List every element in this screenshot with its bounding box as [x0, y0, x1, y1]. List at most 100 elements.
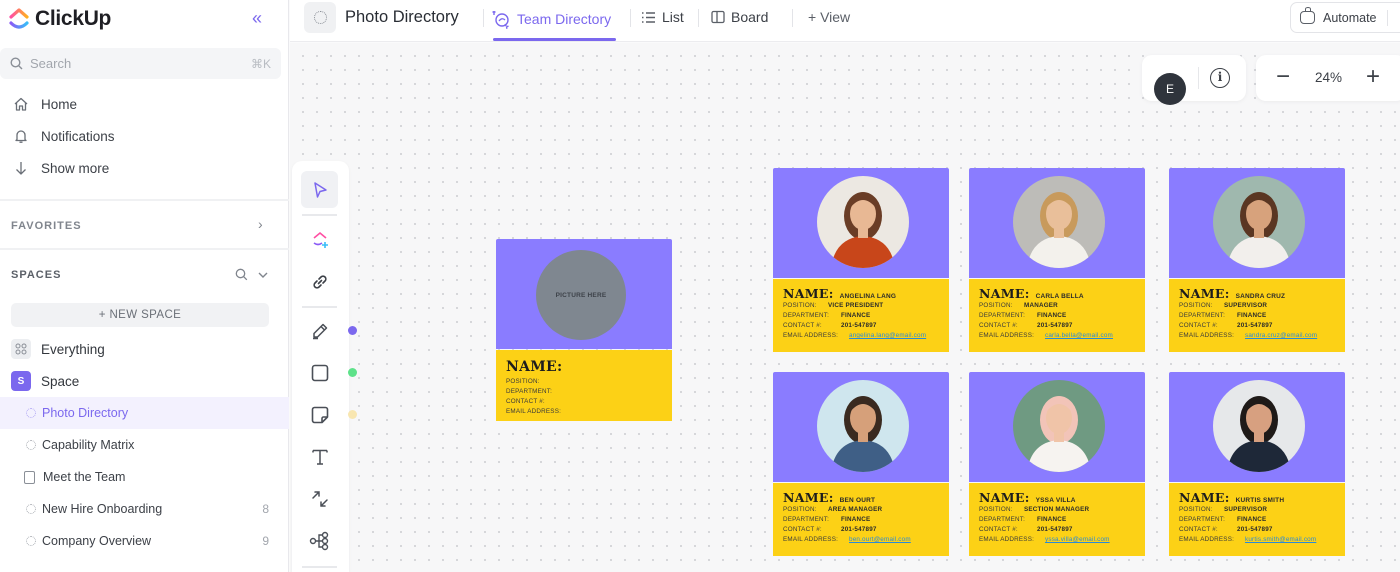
- nav-notifications[interactable]: Notifications: [12, 128, 115, 144]
- employee-department: FINANCE: [1237, 312, 1267, 319]
- divider: [792, 9, 793, 27]
- add-view-button[interactable]: + View: [808, 9, 850, 25]
- active-tab-indicator: [493, 38, 616, 41]
- link-tool[interactable]: [301, 263, 338, 300]
- employee-email-link[interactable]: angelina.lang@email.com: [849, 331, 926, 341]
- nav-notifications-label: Notifications: [41, 128, 115, 144]
- employee-card[interactable]: NAME: ANGELINA LANG POSITION: VICE PRESID…: [773, 168, 949, 352]
- employee-contact: 201-547897: [841, 526, 877, 533]
- top-bar: Photo Directory Team Directory List Boar…: [290, 0, 1400, 42]
- contact-label: CONTACT #:: [1179, 322, 1218, 329]
- tab-label: Board: [731, 9, 769, 25]
- pen-icon: [312, 323, 327, 339]
- zoom-level: 24%: [1315, 70, 1343, 85]
- avatar[interactable]: E: [1154, 73, 1186, 105]
- employee-card[interactable]: NAME: CARLA BELLA POSITION: MANAGER DEPAR…: [969, 168, 1145, 352]
- department-label: DEPARTMENT:: [1179, 312, 1226, 319]
- employee-department: FINANCE: [1037, 312, 1067, 319]
- add-view-label: + View: [808, 9, 851, 25]
- chevron-down-icon[interactable]: [257, 270, 269, 280]
- search-spaces-icon[interactable]: [235, 268, 248, 281]
- app-name: ClickUp: [35, 7, 112, 30]
- chevron-right-icon[interactable]: ›: [258, 216, 263, 232]
- text-tool[interactable]: [301, 438, 338, 475]
- employee-photo: [1213, 176, 1305, 268]
- whiteboard-icon: [26, 440, 36, 450]
- divider: [630, 9, 631, 27]
- tab-board[interactable]: Board: [711, 9, 768, 25]
- pen-color-indicator[interactable]: [348, 326, 357, 335]
- arrow-down-icon: [16, 162, 26, 175]
- zoom-in-button[interactable]: +: [1366, 65, 1380, 89]
- sidebar-item-new-hire-onboarding[interactable]: New Hire Onboarding 8: [0, 493, 289, 525]
- tab-label: List: [662, 9, 684, 25]
- sidebar-item-capability-matrix[interactable]: Capability Matrix: [0, 429, 289, 461]
- card-header: [969, 168, 1145, 278]
- tab-list[interactable]: List: [641, 9, 684, 25]
- pen-tool[interactable]: [301, 312, 338, 349]
- template-card[interactable]: PICTURE HERE NAME: POSITION: DEPARTMENT:…: [496, 239, 672, 421]
- list-label: Meet the Team: [43, 470, 126, 484]
- zoom-controls: − 24% +: [1256, 55, 1400, 101]
- divider: [302, 306, 337, 308]
- employee-card[interactable]: NAME: KURTIS SMITH POSITION: SUPERVISOR D…: [1169, 372, 1345, 556]
- employee-card[interactable]: NAME: BEN OURT POSITION: AREA MANAGER DEP…: [773, 372, 949, 556]
- employee-card[interactable]: NAME: YSSA VILLA POSITION: SECTION MANAGE…: [969, 372, 1145, 556]
- employee-position: MANAGER: [1024, 302, 1058, 309]
- search-shortcut: ⌘K: [250, 56, 271, 71]
- list-label: Photo Directory: [42, 406, 129, 420]
- ai-create-tool[interactable]: [301, 221, 338, 258]
- whiteboard-icon: [313, 11, 327, 24]
- automate-button[interactable]: Automate: [1290, 2, 1400, 33]
- zoom-out-button[interactable]: −: [1276, 65, 1290, 89]
- email-label: EMAIL ADDRESS:: [783, 332, 839, 339]
- nav-show-more[interactable]: Show more: [12, 160, 109, 176]
- sidebar-item-space[interactable]: S Space: [11, 371, 79, 391]
- page-icon[interactable]: [304, 2, 336, 33]
- position-label: POSITION:: [783, 302, 817, 309]
- logo[interactable]: ClickUp: [0, 0, 288, 38]
- robot-icon: [1300, 7, 1315, 24]
- card-body: NAME: KURTIS SMITH POSITION: SUPERVISOR D…: [1169, 483, 1345, 556]
- connector-tool[interactable]: [301, 480, 338, 517]
- mind-map-tool[interactable]: [301, 522, 338, 559]
- sidebar-item-everything[interactable]: Everything: [11, 339, 105, 359]
- nav-home[interactable]: Home: [12, 96, 77, 112]
- sticky-note-tool[interactable]: [301, 396, 338, 433]
- employee-email-link[interactable]: kurtis.smith@email.com: [1245, 535, 1316, 545]
- employee-position: SECTION MANAGER: [1024, 506, 1090, 513]
- whiteboard-icon: [26, 504, 36, 514]
- employee-name: YSSA VILLA: [1035, 497, 1076, 504]
- select-tool[interactable]: [301, 171, 338, 208]
- card-header: PICTURE HERE: [496, 239, 672, 349]
- whiteboard-canvas[interactable]: E i − 24% + PICTURE HERE NAME: POSITION:…: [290, 43, 1400, 572]
- whiteboard-icon: [26, 536, 36, 546]
- sidebar-item-meet-the-team[interactable]: Meet the Team: [0, 461, 289, 493]
- tab-team-directory[interactable]: Team Directory: [491, 9, 611, 29]
- info-icon[interactable]: i: [1210, 68, 1230, 88]
- page-title: Photo Directory: [345, 8, 459, 26]
- sidebar-item-company-overview[interactable]: Company Overview 9: [0, 525, 289, 557]
- bell-icon: [15, 130, 27, 143]
- sidebar-item-photo-directory[interactable]: Photo Directory: [0, 397, 289, 429]
- employee-position: AREA MANAGER: [828, 506, 883, 513]
- divider: [1386, 9, 1388, 26]
- shape-tool[interactable]: [301, 354, 338, 391]
- employee-photo: [1013, 380, 1105, 472]
- new-space-button[interactable]: + NEW SPACE: [11, 303, 269, 327]
- name-label: NAME:: [1179, 286, 1230, 301]
- name-label: NAME:: [979, 286, 1030, 301]
- employee-email-link[interactable]: carla.bella@email.com: [1045, 331, 1113, 341]
- employee-email-link[interactable]: sandra.cruz@email.com: [1245, 331, 1317, 341]
- employee-email-link[interactable]: ben.ourt@email.com: [849, 535, 911, 545]
- employee-position: VICE PRESIDENT: [828, 302, 884, 309]
- collapse-sidebar-icon[interactable]: «: [252, 9, 262, 27]
- doc-icon: [24, 470, 35, 484]
- sticky-color-indicator[interactable]: [348, 410, 357, 419]
- employee-card[interactable]: NAME: SANDRA CRUZ POSITION: SUPERVISOR DE…: [1169, 168, 1345, 352]
- search-input[interactable]: Search ⌘K: [0, 48, 281, 79]
- shape-color-indicator[interactable]: [348, 368, 357, 377]
- employee-email-link[interactable]: yssa.villa@email.com: [1045, 535, 1110, 545]
- card-header: [1169, 372, 1345, 482]
- employee-photo: [817, 380, 909, 472]
